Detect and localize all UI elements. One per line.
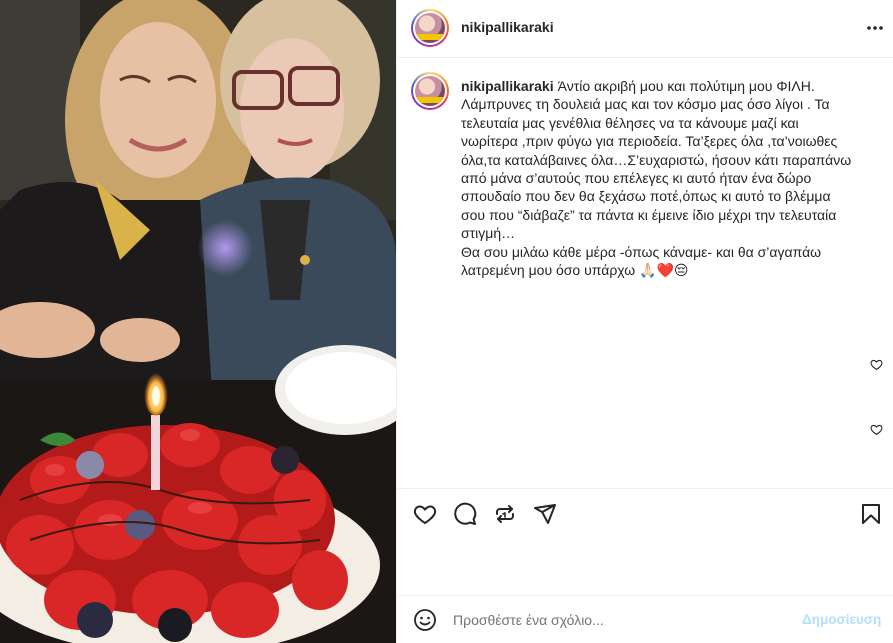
share-icon[interactable]	[533, 502, 557, 526]
comment-bar: Δημοσίευση	[397, 595, 893, 643]
emoji-icon[interactable]	[413, 608, 437, 632]
bookmark-icon[interactable]	[859, 502, 883, 526]
action-bar	[397, 488, 893, 536]
post-details-panel: nikipallikaraki nikipallikaraki Άντίο ακρ…	[396, 0, 893, 643]
author-username[interactable]: nikipallikaraki	[461, 19, 554, 35]
heart-icon[interactable]	[413, 502, 437, 526]
like-comment-heart-icon[interactable]	[870, 358, 883, 371]
post-caption: nikipallikaraki Άντίο ακριβή μου και πολύ…	[461, 77, 881, 279]
more-options-icon[interactable]	[865, 22, 885, 34]
comment-input[interactable]	[453, 610, 783, 630]
comment-icon[interactable]	[453, 502, 477, 526]
caption-username[interactable]: nikipallikaraki	[461, 78, 554, 94]
post-photo[interactable]	[0, 0, 396, 643]
post-comment-button[interactable]: Δημοσίευση	[802, 612, 881, 627]
caption-text: Άντίο ακριβή μου και πολύτιμη μου ΦΙΛΗ. …	[461, 78, 852, 279]
caption-author-avatar[interactable]	[411, 72, 449, 110]
repost-icon[interactable]	[493, 502, 517, 526]
avatar-image	[415, 13, 445, 43]
birthday-photo-illustration	[0, 0, 396, 643]
author-avatar[interactable]	[411, 9, 449, 47]
post-header: nikipallikaraki	[397, 0, 893, 58]
like-comment-heart-icon[interactable]	[870, 423, 883, 436]
avatar-image	[415, 76, 445, 106]
